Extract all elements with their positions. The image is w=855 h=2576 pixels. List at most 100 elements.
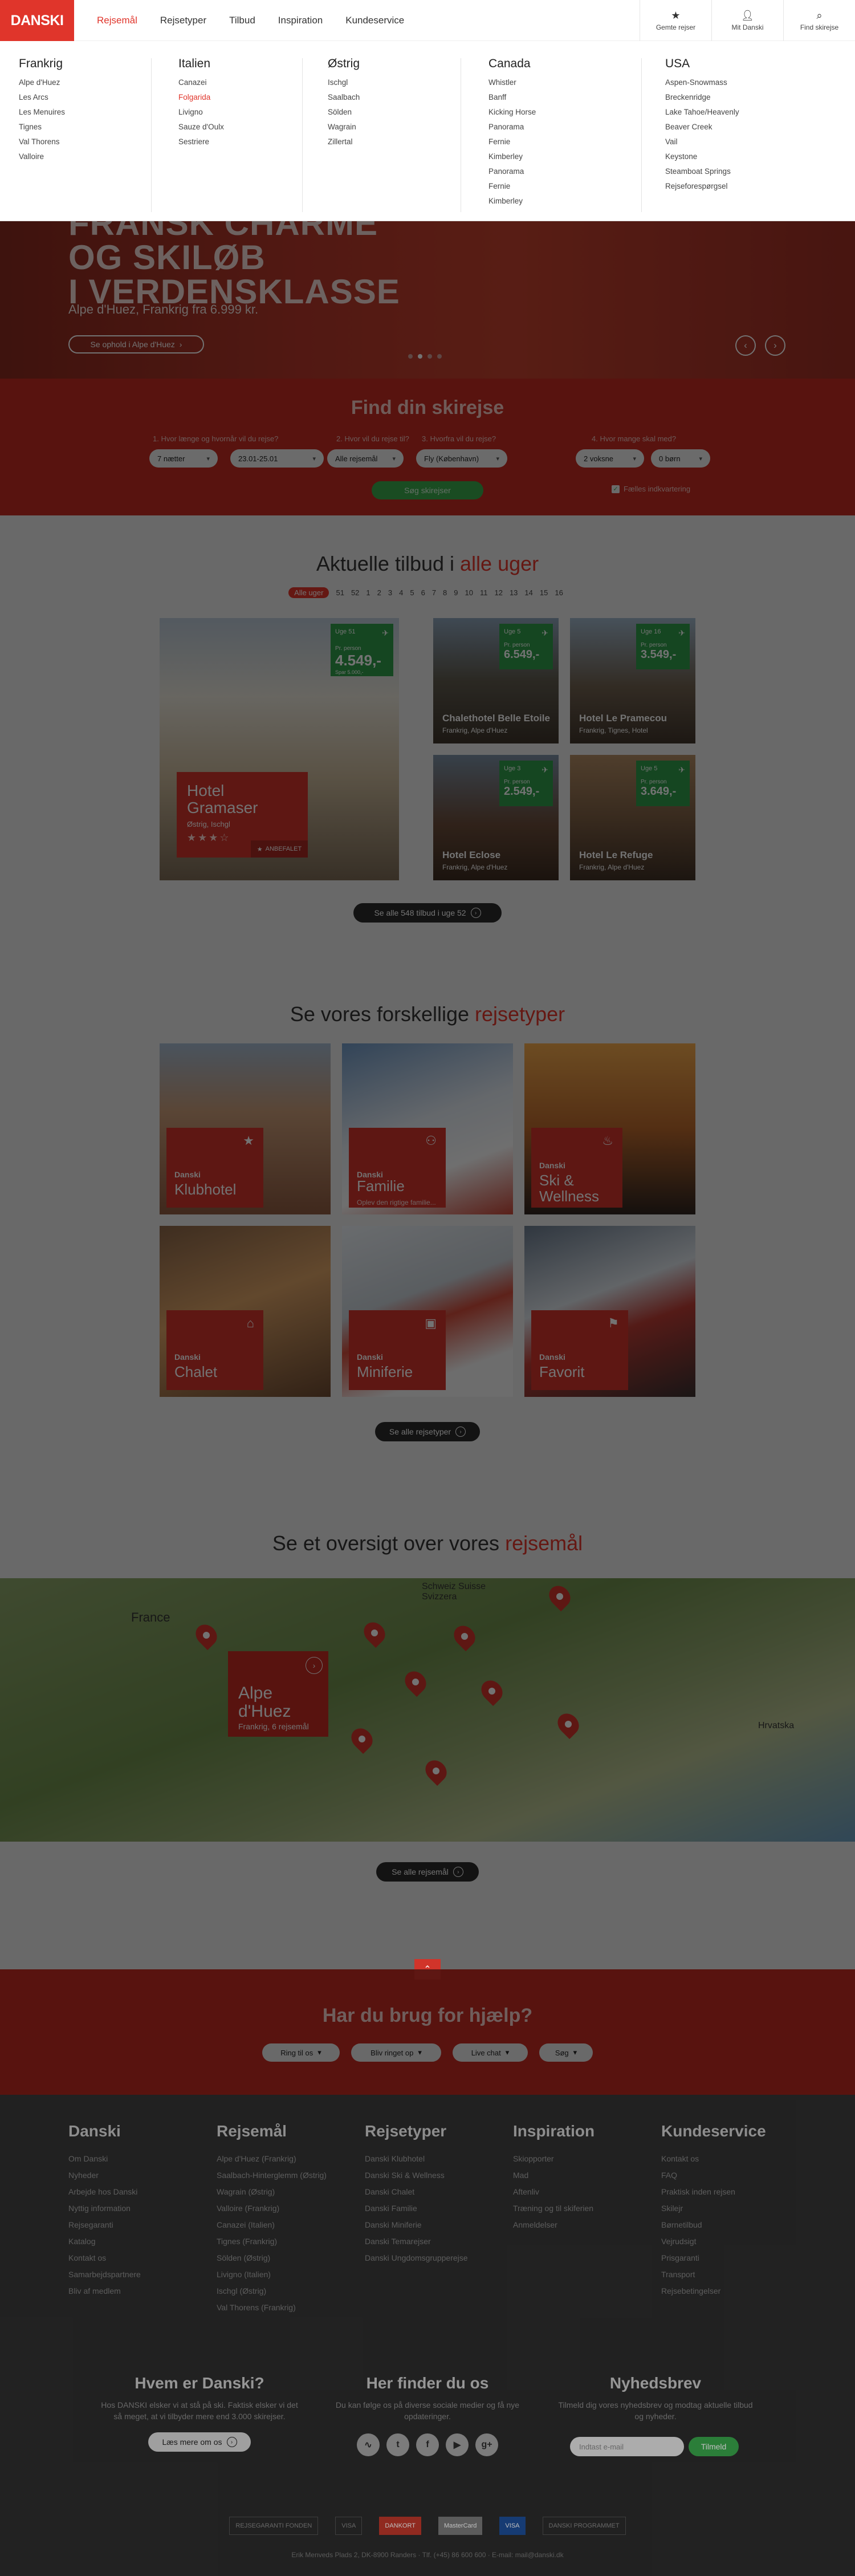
back-to-top-icon[interactable]: ⌃ (414, 1959, 441, 1980)
type-card-miniferie[interactable]: ▣ Danski Miniferie (342, 1226, 513, 1397)
type-card-familie[interactable]: ⚇ Danski Familie Oplev den rigtige familie.… (342, 1043, 513, 1214)
week-filter-item[interactable]: 6 (418, 587, 429, 598)
map-pin-icon[interactable] (553, 1709, 584, 1740)
mega-link[interactable]: Ischgl (328, 75, 459, 90)
map-pin-icon[interactable] (544, 1581, 575, 1612)
week-filter-item[interactable]: 10 (462, 587, 477, 598)
hero-cta-button[interactable]: Se ophold i Alpe d'Huez › (68, 335, 204, 354)
departure-select[interactable]: Fly (København) ▾ (416, 449, 507, 468)
map-pin-icon[interactable] (191, 1620, 222, 1651)
footer-link[interactable]: FAQ (661, 2167, 804, 2184)
mega-link[interactable]: Lake Tahoe/Heavenly (665, 105, 796, 120)
week-filter-item[interactable]: 1 (363, 587, 373, 598)
slider-prev-icon[interactable]: ‹ (735, 335, 756, 356)
footer-link[interactable]: Sölden (Østrig) (217, 2250, 359, 2266)
footer-link[interactable]: Danski Familie (365, 2200, 507, 2217)
mega-link[interactable]: Kicking Horse (488, 105, 620, 120)
footer-link[interactable]: Danski Temarejser (365, 2233, 507, 2250)
footer-link[interactable]: Aftenliv (513, 2184, 656, 2200)
mega-title[interactable]: Canada (488, 57, 620, 71)
saved-trips-button[interactable]: ★ Gemte rejser (640, 0, 711, 41)
nav-rejsetyper[interactable]: Rejsetyper (160, 15, 206, 26)
mega-link[interactable]: Alpe d'Huez (19, 75, 150, 90)
mega-title[interactable]: Frankrig (19, 57, 150, 71)
footer-link[interactable]: Skilejr (661, 2200, 804, 2217)
mega-link[interactable]: Les Menuires (19, 105, 150, 120)
mega-link[interactable]: Sestriere (178, 135, 310, 149)
mega-link[interactable]: Beaver Creek (665, 120, 796, 135)
footer-link[interactable]: Val Thorens (Frankrig) (217, 2299, 359, 2316)
mega-link[interactable]: Valloire (19, 149, 150, 164)
mega-link[interactable]: Steamboat Springs (665, 164, 796, 179)
footer-link[interactable]: Nyheder (68, 2167, 211, 2184)
week-filter-item[interactable]: 5 (406, 587, 417, 598)
footer-link[interactable]: Skiopporter (513, 2151, 656, 2167)
nav-tilbud[interactable]: Tilbud (229, 15, 255, 26)
footer-link[interactable]: Katalog (68, 2233, 211, 2250)
mega-title[interactable]: Østrig (328, 57, 459, 71)
footer-link[interactable]: Valloire (Frankrig) (217, 2200, 359, 2217)
mega-link[interactable]: Fernie (488, 179, 620, 194)
newsletter-email-input[interactable]: Indtast e-mail (570, 2437, 684, 2456)
footer-link[interactable]: Danski Chalet (365, 2184, 507, 2200)
slider-next-icon[interactable]: › (765, 335, 785, 356)
week-filter-item[interactable]: 16 (551, 587, 566, 598)
offer-card[interactable]: Uge 16 ✈ Pr. person 3.549,- Hotel Le Pra… (570, 618, 695, 743)
footer-link[interactable]: Anmeldelser (513, 2217, 656, 2233)
map-pin-icon[interactable] (477, 1676, 507, 1707)
mega-link[interactable]: Kimberley (488, 194, 620, 209)
footer-link[interactable]: Ischgl (Østrig) (217, 2283, 359, 2299)
callback-button[interactable]: Bliv ringet op ▾ (351, 2043, 441, 2062)
map-pin-icon[interactable] (449, 1621, 480, 1652)
footer-link[interactable]: Rejsebetingelser (661, 2283, 804, 2299)
footer-link[interactable]: Prisgaranti (661, 2250, 804, 2266)
footer-link[interactable]: Livigno (Italien) (217, 2266, 359, 2283)
slider-dot[interactable] (427, 354, 432, 359)
rss-icon[interactable]: ∿ (357, 2433, 380, 2456)
newsletter-submit-button[interactable]: Tilmeld (689, 2437, 739, 2456)
mega-link[interactable]: Les Arcs (19, 90, 150, 105)
map-pin-icon[interactable] (400, 1667, 431, 1697)
youtube-icon[interactable]: ▶ (446, 2433, 469, 2456)
find-trip-button[interactable]: ⌕ Find skirejse (783, 0, 855, 41)
nav-kundeservice[interactable]: Kundeservice (345, 15, 404, 26)
mega-link-highlighted[interactable]: Folgarida (178, 90, 310, 105)
footer-link[interactable]: Mad (513, 2167, 656, 2184)
all-destinations-button[interactable]: Se alle rejsemål › (376, 1862, 479, 1882)
shared-accommodation-checkbox[interactable]: ✓ Fælles indkvartering (612, 485, 690, 493)
footer-link[interactable]: Danski Klubhotel (365, 2151, 507, 2167)
footer-link[interactable]: Nyttig information (68, 2200, 211, 2217)
twitter-icon[interactable]: t (386, 2433, 409, 2456)
destinations-map[interactable]: France Schweiz Suisse Svizzera Hrvatska … (0, 1578, 855, 1842)
mega-link[interactable]: Vail (665, 135, 796, 149)
help-search-button[interactable]: Søg ▾ (539, 2043, 593, 2062)
mega-link[interactable]: Whistler (488, 75, 620, 90)
mega-link[interactable]: Banff (488, 90, 620, 105)
type-card-favorit[interactable]: ⚑ Danski Favorit (524, 1226, 695, 1397)
all-offers-button[interactable]: Se alle 548 tilbud i uge 52 › (353, 903, 502, 923)
mega-title[interactable]: Italien (178, 57, 310, 71)
googleplus-icon[interactable]: g+ (475, 2433, 498, 2456)
footer-link[interactable]: Om Danski (68, 2151, 211, 2167)
mega-title[interactable]: USA (665, 57, 796, 71)
offer-card-featured[interactable]: Uge 51 ✈ Pr. person 4.549,- Spar 5.000,-… (160, 618, 399, 880)
week-filter-item[interactable]: 9 (450, 587, 461, 598)
type-card-chalet[interactable]: ⌂ Danski Chalet (160, 1226, 331, 1397)
adults-select[interactable]: 2 voksne ▾ (576, 449, 644, 468)
footer-link[interactable]: Træning og til skiferien (513, 2200, 656, 2217)
map-destination-card[interactable]: › Alpe d'Huez Frankrig, 6 rejsemål (228, 1651, 328, 1737)
facebook-icon[interactable]: f (416, 2433, 439, 2456)
destination-select[interactable]: Alle rejsemål ▾ (327, 449, 404, 468)
mega-link[interactable]: Panorama (488, 164, 620, 179)
chevron-right-icon[interactable]: › (306, 1657, 323, 1674)
week-filter-item[interactable]: 51 (332, 587, 347, 598)
map-pin-icon[interactable] (421, 1756, 451, 1786)
week-filter-item[interactable]: 2 (374, 587, 385, 598)
footer-link[interactable]: Wagrain (Østrig) (217, 2184, 359, 2200)
my-danski-button[interactable]: 👤︎ Mit Danski (711, 0, 783, 41)
footer-link[interactable]: Samarbejdspartnere (68, 2266, 211, 2283)
mega-link[interactable]: Zillertal (328, 135, 459, 149)
footer-link[interactable]: Transport (661, 2266, 804, 2283)
slider-dot[interactable] (408, 354, 413, 359)
nights-select[interactable]: 7 nætter ▾ (149, 449, 218, 468)
